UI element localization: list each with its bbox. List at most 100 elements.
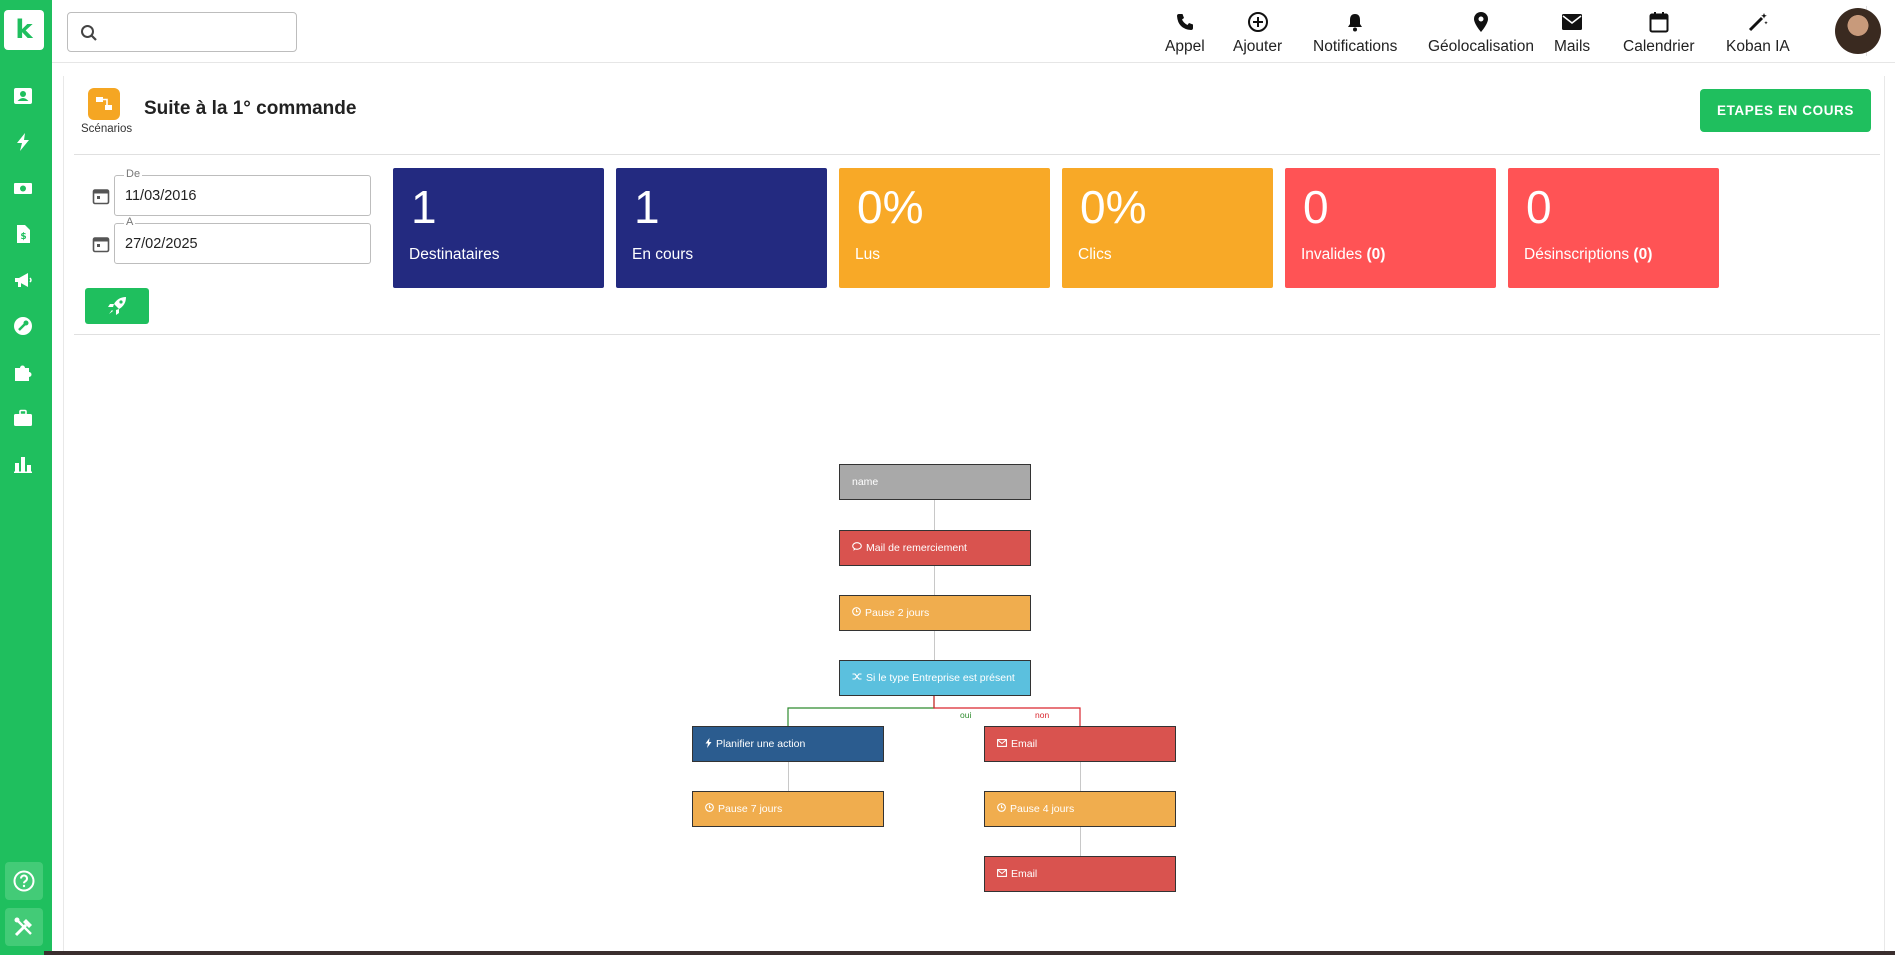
stat-card-destinataires[interactable]: 1 Destinataires bbox=[393, 168, 604, 288]
comment-icon bbox=[852, 542, 862, 554]
briefcase-icon[interactable] bbox=[11, 406, 35, 430]
divider bbox=[74, 334, 1880, 335]
bolt-icon bbox=[705, 737, 712, 751]
date-from-field[interactable]: De 11/03/2016 bbox=[114, 168, 371, 216]
date-to-value: 27/02/2025 bbox=[125, 236, 198, 252]
connector bbox=[934, 500, 935, 530]
main-panel: Scénarios Suite à la 1° commande ETAPES … bbox=[63, 76, 1885, 955]
flow-node-pause-4[interactable]: Pause 4 jours bbox=[984, 791, 1176, 827]
node-label: Pause 4 jours bbox=[1010, 803, 1075, 815]
connector bbox=[788, 761, 789, 791]
flow-node-pause-2[interactable]: Pause 2 jours bbox=[839, 595, 1031, 631]
document-dollar-icon[interactable]: $ bbox=[11, 222, 35, 246]
launch-button[interactable] bbox=[85, 288, 149, 324]
contacts-icon[interactable] bbox=[11, 84, 35, 108]
flow-node-pause-7[interactable]: Pause 7 jours bbox=[692, 791, 884, 827]
nav-label: Mails bbox=[1554, 38, 1591, 55]
divider bbox=[74, 154, 1880, 155]
stat-value: 0% bbox=[1080, 181, 1147, 233]
etapes-en-cours-button[interactable]: ETAPES EN COURS bbox=[1700, 89, 1871, 132]
nav-mails[interactable]: Mails bbox=[1554, 10, 1590, 60]
location-pin-icon bbox=[1472, 10, 1490, 34]
mail-icon bbox=[1561, 10, 1583, 34]
avatar[interactable] bbox=[1835, 8, 1881, 54]
help-icon[interactable] bbox=[5, 862, 43, 900]
scenario-icon bbox=[88, 88, 120, 120]
clock-icon bbox=[852, 607, 861, 619]
connector bbox=[934, 631, 935, 661]
flow-node-condition[interactable]: Si le type Entreprise est présent bbox=[839, 660, 1031, 696]
node-label: Pause 7 jours bbox=[718, 803, 783, 815]
stat-card-en-cours[interactable]: 1 En cours bbox=[616, 168, 827, 288]
stat-card-clics[interactable]: 0% Clics bbox=[1062, 168, 1273, 288]
nav-ajouter[interactable]: Ajouter bbox=[1233, 10, 1282, 60]
stat-value: 0% bbox=[857, 181, 924, 233]
nav-label: Notifications bbox=[1313, 38, 1398, 55]
tools-icon[interactable] bbox=[11, 314, 35, 338]
branch-no-label: non bbox=[1035, 710, 1050, 720]
nav-calendrier[interactable]: Calendrier bbox=[1623, 10, 1695, 60]
branch-yes-label: oui bbox=[960, 710, 972, 720]
nav-notifications[interactable]: Notifications bbox=[1313, 10, 1397, 60]
nav-label: Appel bbox=[1165, 38, 1205, 55]
nav-appel[interactable]: Appel bbox=[1165, 10, 1205, 60]
nav-label: Géolocalisation bbox=[1428, 38, 1534, 55]
flow-node-email-1[interactable]: Email bbox=[984, 726, 1176, 762]
sidebar: k $ bbox=[0, 0, 52, 955]
settings-tools-icon[interactable] bbox=[5, 908, 43, 946]
money-icon[interactable] bbox=[11, 176, 35, 200]
app-logo[interactable]: k bbox=[4, 10, 44, 50]
nav-label: Calendrier bbox=[1623, 38, 1695, 55]
connector bbox=[1080, 827, 1081, 857]
date-from-legend: De bbox=[124, 168, 143, 180]
stat-card-invalides[interactable]: 0 Invalides (0) bbox=[1285, 168, 1496, 288]
phone-icon bbox=[1175, 10, 1195, 34]
top-bar: Appel Ajouter Notifications Géolocalisat… bbox=[52, 0, 1895, 63]
envelope-icon bbox=[997, 738, 1007, 750]
date-to-legend: A bbox=[124, 216, 136, 228]
envelope-icon bbox=[997, 868, 1007, 880]
bolt-icon[interactable] bbox=[11, 130, 35, 154]
puzzle-icon[interactable] bbox=[11, 360, 35, 384]
megaphone-icon[interactable] bbox=[11, 268, 35, 292]
bar-chart-icon[interactable] bbox=[11, 452, 35, 476]
clock-icon bbox=[997, 803, 1006, 815]
calendar-icon bbox=[1649, 10, 1669, 34]
node-label: Si le type Entreprise est présent bbox=[866, 672, 1015, 684]
connector bbox=[1080, 761, 1081, 791]
date-to-field[interactable]: A 27/02/2025 bbox=[114, 216, 371, 264]
clock-icon bbox=[705, 803, 714, 815]
module-label: Scénarios bbox=[81, 123, 133, 135]
page-title: Suite à la 1° commande bbox=[144, 98, 357, 119]
node-label: Planifier une action bbox=[716, 738, 806, 750]
flow-node-email-2[interactable]: Email bbox=[984, 856, 1176, 892]
nav-geolocalisation[interactable]: Géolocalisation bbox=[1428, 10, 1534, 60]
node-label: Email bbox=[1011, 868, 1038, 880]
nav-koban-ia[interactable]: Koban IA bbox=[1726, 10, 1790, 60]
stat-label: Invalides (0) bbox=[1301, 246, 1386, 263]
flow-node-planifier-action[interactable]: Planifier une action bbox=[692, 726, 884, 762]
stat-label: En cours bbox=[632, 246, 694, 263]
flow-node-start[interactable]: name bbox=[839, 464, 1031, 500]
stat-label: Lus bbox=[855, 246, 880, 263]
rocket-icon bbox=[108, 297, 126, 315]
stat-card-lus[interactable]: 0% Lus bbox=[839, 168, 1050, 288]
shuffle-icon bbox=[852, 672, 862, 684]
nav-label: Ajouter bbox=[1233, 38, 1283, 55]
bell-icon bbox=[1345, 10, 1365, 34]
stat-card-desinscriptions[interactable]: 0 Désinscriptions (0) bbox=[1508, 168, 1719, 288]
flow-node-mail[interactable]: Mail de remerciement bbox=[839, 530, 1031, 566]
stat-value: 1 bbox=[411, 181, 437, 233]
stat-value: 1 bbox=[634, 181, 660, 233]
stat-label: Destinataires bbox=[409, 246, 500, 263]
date-to-group: A 27/02/2025 bbox=[92, 216, 371, 264]
search-input[interactable] bbox=[67, 12, 297, 52]
stat-value: 0 bbox=[1526, 181, 1552, 233]
date-from-group: De 11/03/2016 bbox=[92, 168, 371, 216]
plus-circle-icon bbox=[1247, 10, 1269, 34]
magic-wand-icon bbox=[1747, 10, 1769, 34]
date-from-value: 11/03/2016 bbox=[125, 188, 197, 204]
bottom-strip bbox=[44, 951, 1895, 955]
node-label: name bbox=[852, 476, 879, 488]
svg-text:$: $ bbox=[20, 232, 26, 242]
